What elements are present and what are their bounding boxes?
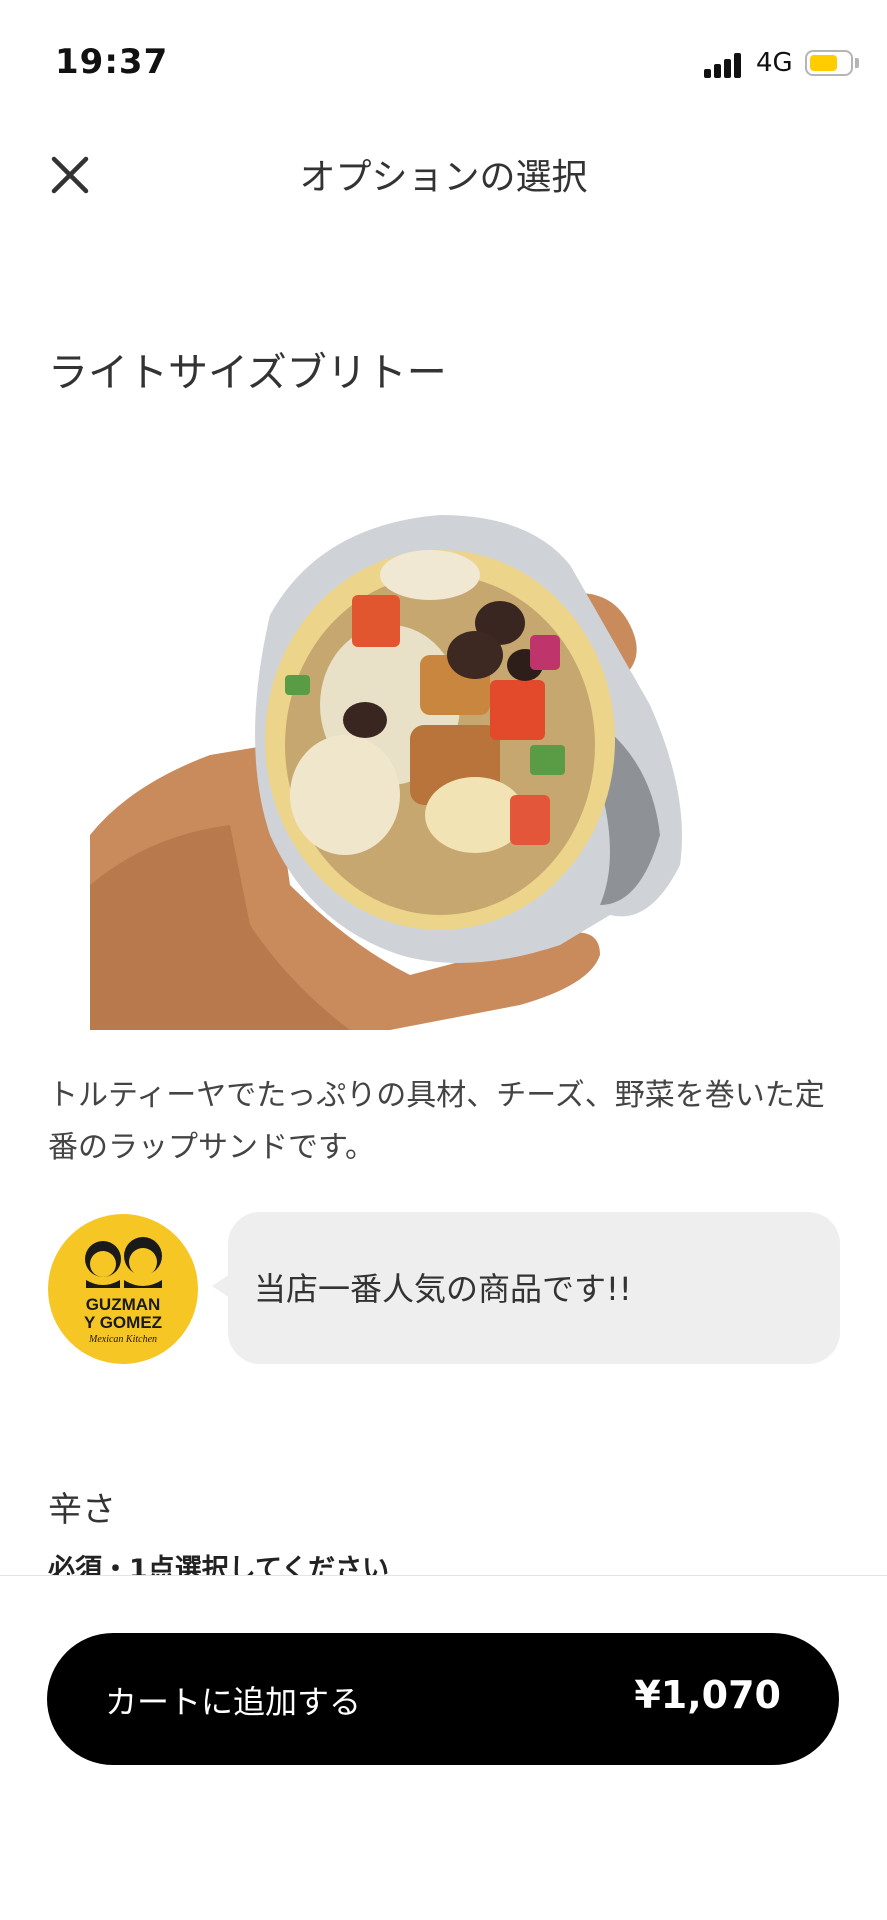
- cellular-signal-icon: [704, 52, 744, 78]
- page-title: オプションの選択: [299, 157, 588, 198]
- logo-text-3: Mexican Kitchen: [88, 1334, 157, 1345]
- burrito-photo: [90, 515, 682, 1030]
- header: オプションの選択: [0, 120, 887, 220]
- logo-text-1: GUZMAN: [86, 1295, 161, 1314]
- store-message: 当店一番人気の商品です!!: [254, 1270, 632, 1308]
- battery-icon: [805, 50, 853, 76]
- logo-text-2: Y GOMEZ: [84, 1313, 162, 1332]
- product-name: ライトサイズブリトー: [48, 350, 447, 396]
- option-section-subtitle-wrap: 必須・1点選択してください: [48, 1548, 848, 1576]
- battery-cap: [855, 58, 859, 68]
- speech-bubble: 当店一番人気の商品です!!: [228, 1212, 840, 1364]
- option-section-subtitle: 必須・1点選択してください: [48, 1554, 390, 1576]
- status-time: 19:37: [55, 42, 169, 82]
- store-logo: GUZMAN Y GOMEZ Mexican Kitchen: [48, 1214, 198, 1364]
- add-to-cart-button[interactable]: カートに追加する ¥1,070: [47, 1633, 839, 1765]
- product-description: トルティーヤでたっぷりの具材、チーズ、野菜を巻いた定番のラップサンドです。: [48, 1078, 825, 1165]
- option-section-title: 辛さ: [48, 1490, 116, 1530]
- battery-level: [810, 55, 837, 71]
- product-image: [90, 505, 730, 1030]
- cart-price: ¥1,070: [634, 1673, 781, 1717]
- bottom-bar: カートに追加する ¥1,070: [0, 1575, 887, 1920]
- store-comment: GUZMAN Y GOMEZ Mexican Kitchen 当店一番人気の商品…: [48, 1212, 840, 1364]
- add-to-cart-label: カートに追加する: [105, 1683, 362, 1721]
- network-type: 4G: [756, 48, 793, 78]
- status-bar: 19:37 4G: [0, 0, 887, 120]
